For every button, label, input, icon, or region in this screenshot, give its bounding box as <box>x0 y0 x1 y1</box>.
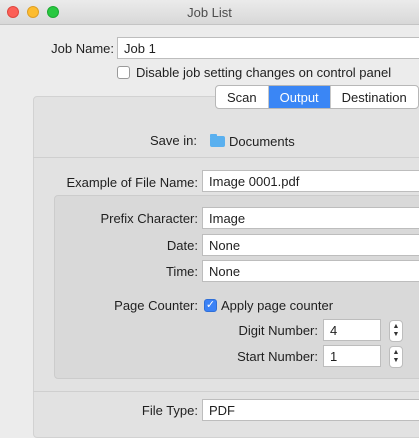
tab-destination[interactable]: Destination <box>331 86 418 108</box>
job-name-field[interactable]: Job 1 <box>117 37 419 59</box>
digit-number-stepper[interactable]: ▲ ▼ <box>389 320 403 342</box>
window-title: Job List <box>187 5 232 20</box>
apply-page-counter-checkbox[interactable]: ✓ <box>204 299 217 312</box>
folder-icon <box>210 134 225 147</box>
job-name-label: Job Name: <box>51 41 114 56</box>
disable-changes-label: Disable job setting changes on control p… <box>136 65 392 80</box>
start-number-field[interactable]: 1 <box>323 345 381 367</box>
digit-number-label: Digit Number: <box>238 323 318 338</box>
stepper-down-icon[interactable]: ▼ <box>393 331 400 339</box>
tab-output[interactable]: Output <box>268 86 331 108</box>
divider <box>33 157 419 158</box>
start-number-label: Start Number: <box>237 349 318 364</box>
checkmark-icon: ✓ <box>205 299 216 311</box>
time-select[interactable]: None <box>202 260 419 282</box>
prefix-character-label: Prefix Character: <box>100 211 198 226</box>
file-type-label: File Type: <box>141 403 198 418</box>
stepper-up-icon[interactable]: ▲ <box>393 349 400 357</box>
save-in-folder[interactable]: Documents <box>229 134 295 149</box>
page-counter-label: Page Counter: <box>114 298 198 313</box>
example-file-name-label: Example of File Name: <box>66 175 199 190</box>
stepper-down-icon[interactable]: ▼ <box>393 357 400 365</box>
disable-changes-checkbox[interactable] <box>117 66 130 79</box>
tab-bar: Scan Output Destination <box>215 85 419 109</box>
time-label: Time: <box>165 264 198 279</box>
start-number-stepper[interactable]: ▲ ▼ <box>389 346 403 368</box>
date-select[interactable]: None <box>202 234 419 256</box>
example-file-name-field: Image 0001.pdf <box>202 170 419 192</box>
date-label: Date: <box>166 238 198 253</box>
file-type-select[interactable]: PDF <box>202 399 419 421</box>
apply-page-counter-label: Apply page counter <box>221 298 334 313</box>
stepper-up-icon[interactable]: ▲ <box>393 323 400 331</box>
divider <box>33 391 419 392</box>
prefix-character-field[interactable]: Image <box>202 207 419 229</box>
tab-scan[interactable]: Scan <box>216 86 269 108</box>
digit-number-field[interactable]: 4 <box>323 319 381 341</box>
save-in-label: Save in: <box>150 133 197 148</box>
